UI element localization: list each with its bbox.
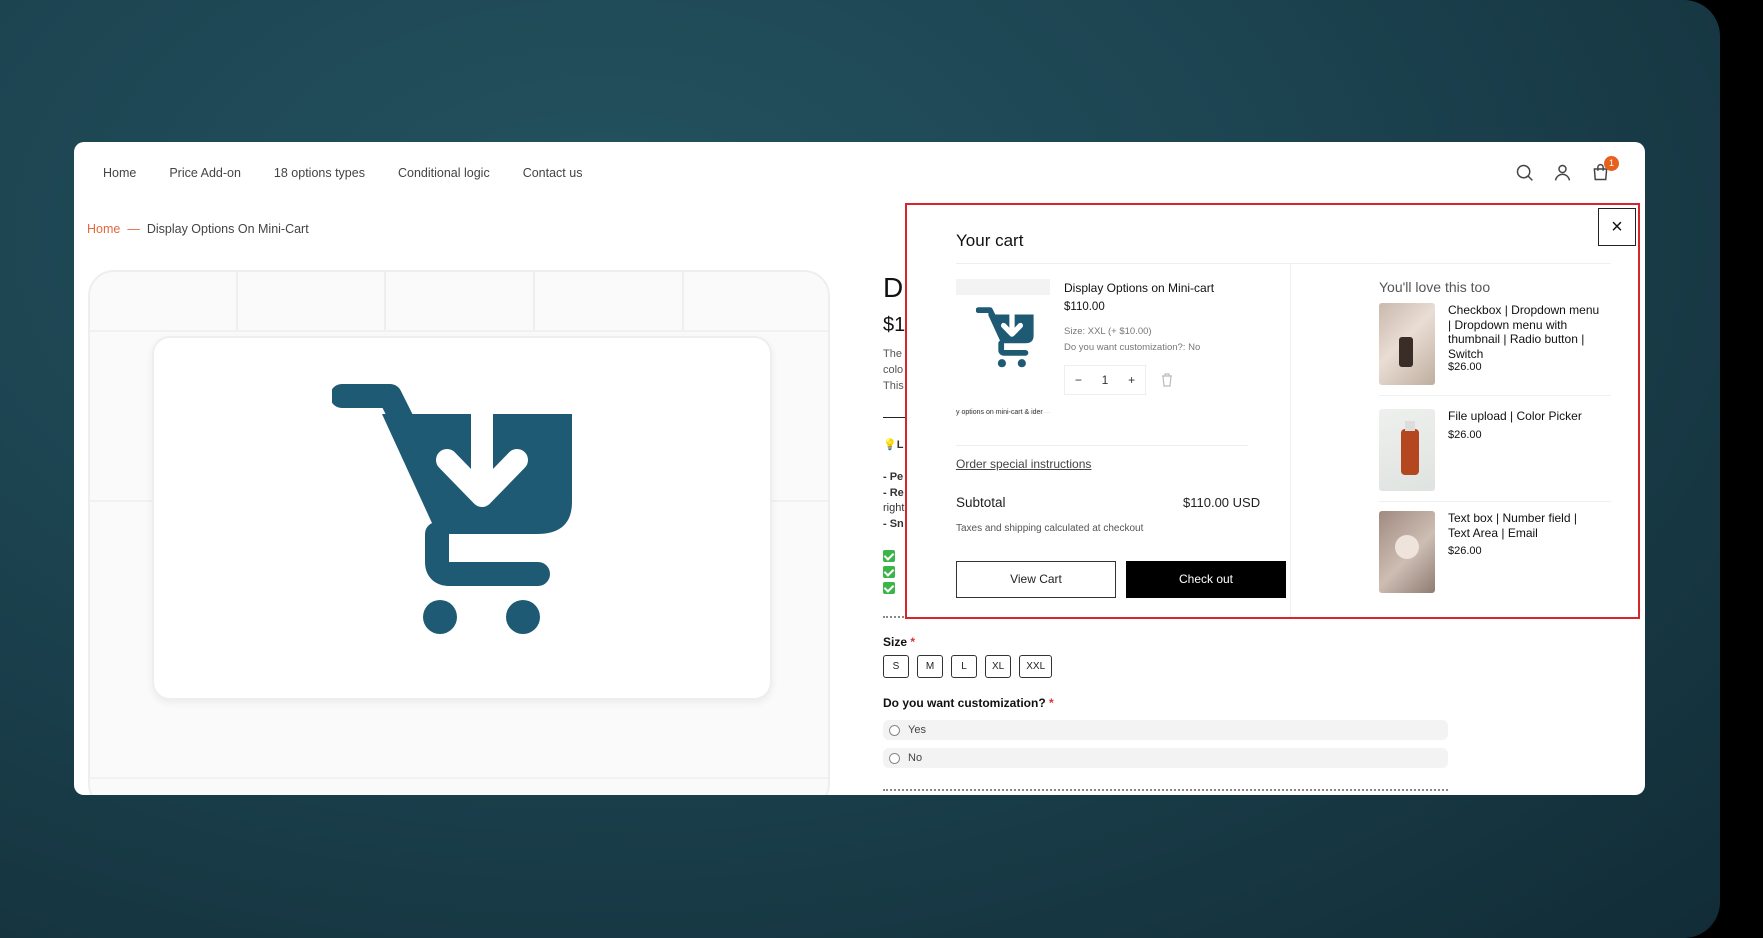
bottle-shape	[1399, 337, 1413, 367]
quantity-decrease-button[interactable]: −	[1075, 373, 1082, 387]
recommended-product-name[interactable]: Checkbox | Dropdown menu | Dropdown menu…	[1448, 303, 1600, 361]
cart-item-name[interactable]: Display Options on Mini-cart	[1064, 281, 1214, 295]
recommended-product-image[interactable]	[1379, 303, 1435, 385]
radio-option-yes[interactable]: Yes	[883, 720, 1448, 740]
cart-title: Your cart	[956, 231, 1024, 250]
gallery-gridline	[533, 272, 535, 332]
radio-option-no[interactable]: No	[883, 748, 1448, 768]
bullet-line: right	[883, 502, 905, 514]
recommended-product-image[interactable]	[1379, 511, 1435, 593]
quantity-stepper: − 1 +	[1064, 365, 1146, 395]
subtotal-value: $110.00 USD	[1183, 495, 1261, 510]
size-option-xl[interactable]: XL	[985, 655, 1012, 678]
gallery-gridline	[90, 777, 828, 779]
gallery-gridline	[682, 272, 684, 332]
mini-cart-drawer: Your cart × y options on mini-cart & ide…	[905, 203, 1640, 619]
breadcrumb-current: Display Options On Mini-Cart	[146, 222, 309, 236]
bullet-line: - Re	[883, 486, 904, 499]
product-gallery	[88, 270, 830, 795]
product-description: The colo This	[883, 346, 904, 394]
size-options: S M L XL XXL	[883, 655, 1053, 678]
description-line: colo	[883, 364, 904, 376]
subtotal-label: Subtotal	[956, 495, 1006, 510]
size-option-m[interactable]: M	[917, 655, 943, 678]
divider	[883, 417, 907, 418]
breadcrumb-separator: —	[127, 222, 140, 236]
description-line: This	[883, 380, 904, 392]
cart-item-thumbnail[interactable]	[956, 279, 1050, 413]
customization-label: Do you want customization? *	[883, 696, 1054, 710]
required-mark: *	[910, 635, 916, 649]
divider	[1379, 395, 1611, 396]
feature-line: 💡L	[883, 438, 903, 451]
cart-download-icon	[976, 307, 1034, 368]
order-special-instructions-link[interactable]: Order special instructions	[956, 457, 1091, 471]
feature-text: L	[896, 439, 904, 451]
required-mark: *	[1049, 696, 1054, 710]
feature-bullets: - Pe - Re right - Sn	[883, 470, 904, 532]
nav-price-add-on[interactable]: Price Add-on	[169, 166, 241, 180]
breadcrumb: Home — Display Options On Mini-Cart	[87, 222, 309, 236]
main-nav: Home Price Add-on 18 options types Condi…	[103, 166, 582, 180]
description-line: The	[883, 348, 902, 360]
bulb-icon: 💡	[883, 439, 897, 451]
gallery-gridline	[90, 330, 828, 332]
recommended-product-price: $26.00	[1448, 361, 1482, 373]
checkmark-icon	[883, 582, 895, 594]
quantity-value[interactable]: 1	[1102, 373, 1109, 387]
cart-item-size: Size: XXL (+ $10.00)	[1064, 326, 1152, 337]
recommended-product-price: $26.00	[1448, 545, 1482, 557]
nav-options-types[interactable]: 18 options types	[274, 166, 365, 180]
bottle-cap	[1405, 421, 1415, 431]
breadcrumb-home[interactable]: Home	[87, 222, 120, 236]
divider	[1379, 263, 1611, 264]
size-option-s[interactable]: S	[883, 655, 909, 678]
size-option-xxl[interactable]: XXL	[1019, 655, 1053, 678]
recommendations-title: You'll love this too	[1379, 279, 1491, 295]
checkmark-icon	[883, 566, 895, 578]
cart-item-price: $110.00	[1064, 301, 1105, 313]
checkmark-icon	[883, 550, 895, 562]
thumbnail-caption: y options on mini-cart & ider	[956, 409, 1043, 416]
bullet-line: - Sn	[883, 517, 904, 530]
recommended-product-image[interactable]	[1379, 409, 1435, 491]
taxes-note: Taxes and shipping calculated at checkou…	[956, 523, 1144, 534]
size-label-text: Size	[883, 635, 908, 649]
nav-contact-us[interactable]: Contact us	[523, 166, 583, 180]
quantity-increase-button[interactable]: +	[1128, 373, 1135, 387]
cart-download-icon	[332, 384, 572, 634]
size-label: Size *	[883, 635, 915, 649]
customization-label-text: Do you want customization?	[883, 696, 1046, 710]
product-price: $1	[883, 314, 906, 336]
recommended-product-name[interactable]: File upload | Color Picker	[1448, 409, 1600, 424]
bullet-line: - Pe	[883, 471, 904, 483]
nav-home[interactable]: Home	[103, 166, 136, 180]
close-button[interactable]: ×	[1598, 208, 1636, 246]
gallery-gridline	[236, 272, 238, 332]
divider	[956, 445, 1248, 446]
view-cart-button[interactable]: View Cart	[956, 561, 1116, 598]
divider	[1379, 501, 1611, 502]
vertical-divider	[1290, 263, 1291, 617]
dotted-divider	[883, 789, 1448, 791]
nav-conditional-logic[interactable]: Conditional logic	[398, 166, 490, 180]
recommended-product-name[interactable]: Text box | Number field | Text Area | Em…	[1448, 511, 1600, 540]
checkout-button[interactable]: Check out	[1126, 561, 1286, 598]
size-option-l[interactable]: L	[951, 655, 977, 678]
trash-icon[interactable]	[1159, 372, 1175, 388]
jar-shape	[1395, 535, 1419, 559]
product-image-card[interactable]	[152, 336, 772, 700]
bottle-shape	[1401, 429, 1419, 475]
gallery-gridline	[384, 272, 386, 332]
cart-item-customization: Do you want customization?: No	[1064, 342, 1201, 353]
recommended-product-price: $26.00	[1448, 429, 1482, 441]
